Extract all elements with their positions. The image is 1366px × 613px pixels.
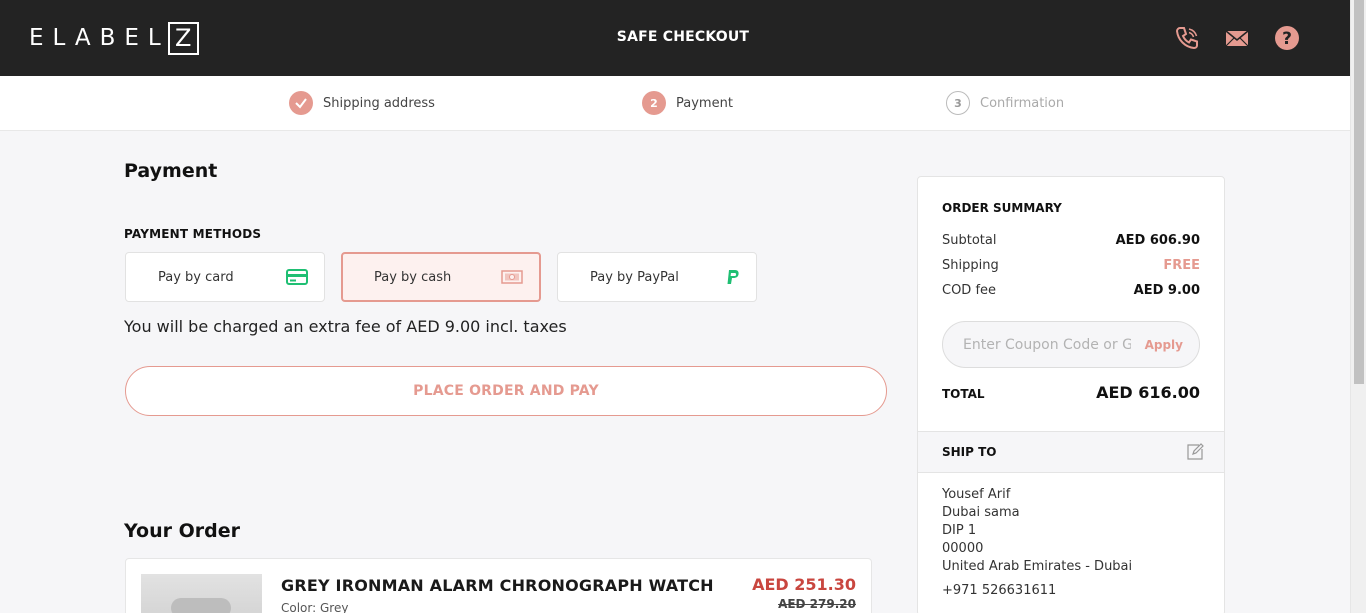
step-shipping-address[interactable]: Shipping address xyxy=(289,91,435,115)
phone-icon[interactable] xyxy=(1174,25,1200,51)
header-actions: ? xyxy=(1174,25,1300,51)
order-summary-title: ORDER SUMMARY xyxy=(942,201,1062,215)
coupon-field: Apply xyxy=(942,321,1200,368)
row-label: Shipping xyxy=(942,258,999,273)
pay-by-card-option[interactable]: Pay by card xyxy=(125,252,325,302)
address-line: United Arab Emirates - Dubai xyxy=(942,559,1133,574)
place-order-button[interactable]: PLACE ORDER AND PAY xyxy=(125,366,887,416)
shipping-address: Yousef Arif Dubai sama DIP 1 00000 Unite… xyxy=(942,486,1132,576)
step-number: 2 xyxy=(642,91,666,115)
address-line: 00000 xyxy=(942,541,984,556)
cod-fee-row: COD fee AED 9.00 xyxy=(942,283,1200,298)
total-value: AED 616.00 xyxy=(1096,383,1200,402)
method-label: Pay by cash xyxy=(374,269,452,285)
payment-heading: Payment xyxy=(124,160,218,182)
row-label: COD fee xyxy=(942,283,997,298)
address-line: Yousef Arif xyxy=(942,487,1011,502)
address-line: Dubai sama xyxy=(942,505,1020,520)
help-icon[interactable]: ? xyxy=(1274,25,1300,51)
product-color: Color: Grey xyxy=(281,601,349,613)
shipping-row: Shipping FREE xyxy=(942,258,1200,273)
check-icon xyxy=(289,91,313,115)
checkout-stepper: Shipping address 2 Payment 3 Confirmatio… xyxy=(0,76,1350,131)
product-image xyxy=(141,574,262,613)
step-confirmation: 3 Confirmation xyxy=(946,91,1064,115)
step-label: Shipping address xyxy=(323,95,435,111)
total-label: TOTAL xyxy=(942,387,985,401)
ship-to-header: SHIP TO xyxy=(918,431,1224,473)
row-label: Subtotal xyxy=(942,233,997,248)
subtotal-value: AED 606.90 xyxy=(1115,233,1200,248)
shipping-value: FREE xyxy=(1163,258,1200,273)
your-order-heading: Your Order xyxy=(124,520,240,542)
mail-icon[interactable] xyxy=(1224,25,1250,51)
top-bar: ELABEL Z SAFE CHECKOUT ? xyxy=(0,0,1350,76)
order-item: GREY IRONMAN ALARM CHRONOGRAPH WATCH Col… xyxy=(125,558,872,613)
product-price: AED 251.30 xyxy=(752,575,856,594)
product-name: GREY IRONMAN ALARM CHRONOGRAPH WATCH xyxy=(281,576,714,595)
apply-coupon-button[interactable]: Apply xyxy=(1145,338,1183,352)
paypal-icon xyxy=(726,269,740,285)
method-label: Pay by card xyxy=(158,269,234,285)
scrollbar-thumb[interactable] xyxy=(1354,0,1364,384)
subtotal-row: Subtotal AED 606.90 xyxy=(942,233,1200,248)
payment-methods: Pay by card Pay by cash Pay by PayPal xyxy=(125,252,757,302)
pay-by-paypal-option[interactable]: Pay by PayPal xyxy=(557,252,757,302)
order-summary-panel: ORDER SUMMARY Subtotal AED 606.90 Shippi… xyxy=(917,176,1225,613)
step-payment: 2 Payment xyxy=(642,91,733,115)
coupon-input[interactable] xyxy=(963,336,1131,353)
total-row: TOTAL AED 616.00 xyxy=(942,383,1200,402)
cod-fee-value: AED 9.00 xyxy=(1133,283,1200,298)
product-old-price: AED 279.20 xyxy=(778,597,856,611)
step-number: 3 xyxy=(946,91,970,115)
payment-methods-heading: PAYMENT METHODS xyxy=(124,227,262,241)
cod-fee-note: You will be charged an extra fee of AED … xyxy=(124,317,567,336)
credit-card-icon xyxy=(286,269,308,285)
page-scrollbar[interactable] xyxy=(1350,0,1366,613)
ship-to-title: SHIP TO xyxy=(942,445,997,459)
pay-by-cash-option[interactable]: Pay by cash xyxy=(341,252,541,302)
address-line: DIP 1 xyxy=(942,523,977,538)
page-title: SAFE CHECKOUT xyxy=(616,29,750,45)
step-label: Confirmation xyxy=(980,95,1065,111)
shipping-phone: +971 526631611 xyxy=(942,583,1057,598)
method-label: Pay by PayPal xyxy=(590,269,679,285)
edit-icon[interactable] xyxy=(1186,443,1204,461)
svg-text:?: ? xyxy=(1282,29,1292,49)
step-label: Payment xyxy=(676,95,733,111)
cash-icon xyxy=(501,270,523,284)
